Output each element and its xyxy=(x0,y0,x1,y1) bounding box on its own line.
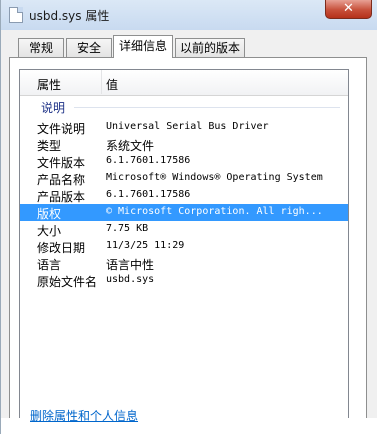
group-label: 说明 xyxy=(41,101,66,115)
list-row-language[interactable]: 语言 语言中性 xyxy=(20,255,348,272)
group-header-description: 说明 xyxy=(20,98,348,116)
window-title: usbd.sys 属性 xyxy=(29,9,110,23)
list-row-product-version[interactable]: 产品版本 6.1.7601.17586 xyxy=(20,187,348,204)
details-list[interactable]: 属性 值 说明 文件说明 Universal Serial Bus Driver… xyxy=(19,69,349,419)
list-row-size[interactable]: 大小 7.75 KB xyxy=(20,221,348,238)
row-property: 版权 xyxy=(37,207,62,221)
tab-previous-versions[interactable]: 以前的版本 xyxy=(175,38,245,57)
list-row-type[interactable]: 类型 系统文件 xyxy=(20,136,348,153)
row-value: © Microsoft Corporation. All righ... xyxy=(106,206,323,217)
list-row-product-name[interactable]: 产品名称 Microsoft® Windows® Operating Syste… xyxy=(20,170,348,187)
row-property: 语言 xyxy=(37,258,62,272)
tab-details[interactable]: 详细信息 xyxy=(113,35,173,58)
row-property: 文件版本 xyxy=(37,156,86,170)
row-property: 产品版本 xyxy=(37,190,86,204)
row-value: usbd.sys xyxy=(106,274,155,285)
row-value: 6.1.7601.17586 xyxy=(106,189,191,200)
tab-bar: 常规 安全 详细信息 以前的版本 xyxy=(1,30,377,58)
properties-window: usbd.sys 属性 ✕ 常规 安全 详细信息 以前的版本 属性 值 说明 文… xyxy=(0,0,377,434)
row-value: 7.75 KB xyxy=(106,223,149,234)
row-value: 11/3/25 11:29 xyxy=(106,240,185,251)
row-property: 大小 xyxy=(37,224,62,238)
row-value: 语言中性 xyxy=(106,258,155,272)
row-property: 修改日期 xyxy=(37,241,86,255)
list-row-file-description[interactable]: 文件说明 Universal Serial Bus Driver xyxy=(20,119,348,136)
column-header-value[interactable]: 值 xyxy=(106,76,118,93)
list-row-modified-date[interactable]: 修改日期 11/3/25 11:29 xyxy=(20,238,348,255)
row-property: 原始文件名 xyxy=(37,275,98,289)
column-divider[interactable] xyxy=(101,70,102,94)
row-value: 系统文件 xyxy=(106,139,155,153)
list-header: 属性 值 xyxy=(20,70,348,96)
group-divider xyxy=(74,107,340,108)
tab-general[interactable]: 常规 xyxy=(18,38,64,57)
row-value: Microsoft® Windows® Operating System xyxy=(106,172,323,183)
tab-security[interactable]: 安全 xyxy=(66,38,112,57)
column-header-property[interactable]: 属性 xyxy=(37,76,61,93)
title-bar[interactable]: usbd.sys 属性 ✕ xyxy=(1,0,377,30)
list-row-file-version[interactable]: 文件版本 6.1.7601.17586 xyxy=(20,153,348,170)
close-button[interactable]: ✕ xyxy=(325,0,372,19)
row-value: Universal Serial Bus Driver xyxy=(106,121,269,132)
remove-properties-link[interactable]: 删除属性和个人信息 xyxy=(30,407,138,424)
row-value: 6.1.7601.17586 xyxy=(106,155,191,166)
row-property: 产品名称 xyxy=(37,173,86,187)
list-row-original-filename[interactable]: 原始文件名 usbd.sys xyxy=(20,272,348,289)
list-row-copyright[interactable]: 版权 © Microsoft Corporation. All righ... xyxy=(20,204,348,221)
row-property: 文件说明 xyxy=(37,122,86,136)
row-property: 类型 xyxy=(37,139,62,153)
file-icon xyxy=(9,7,23,23)
